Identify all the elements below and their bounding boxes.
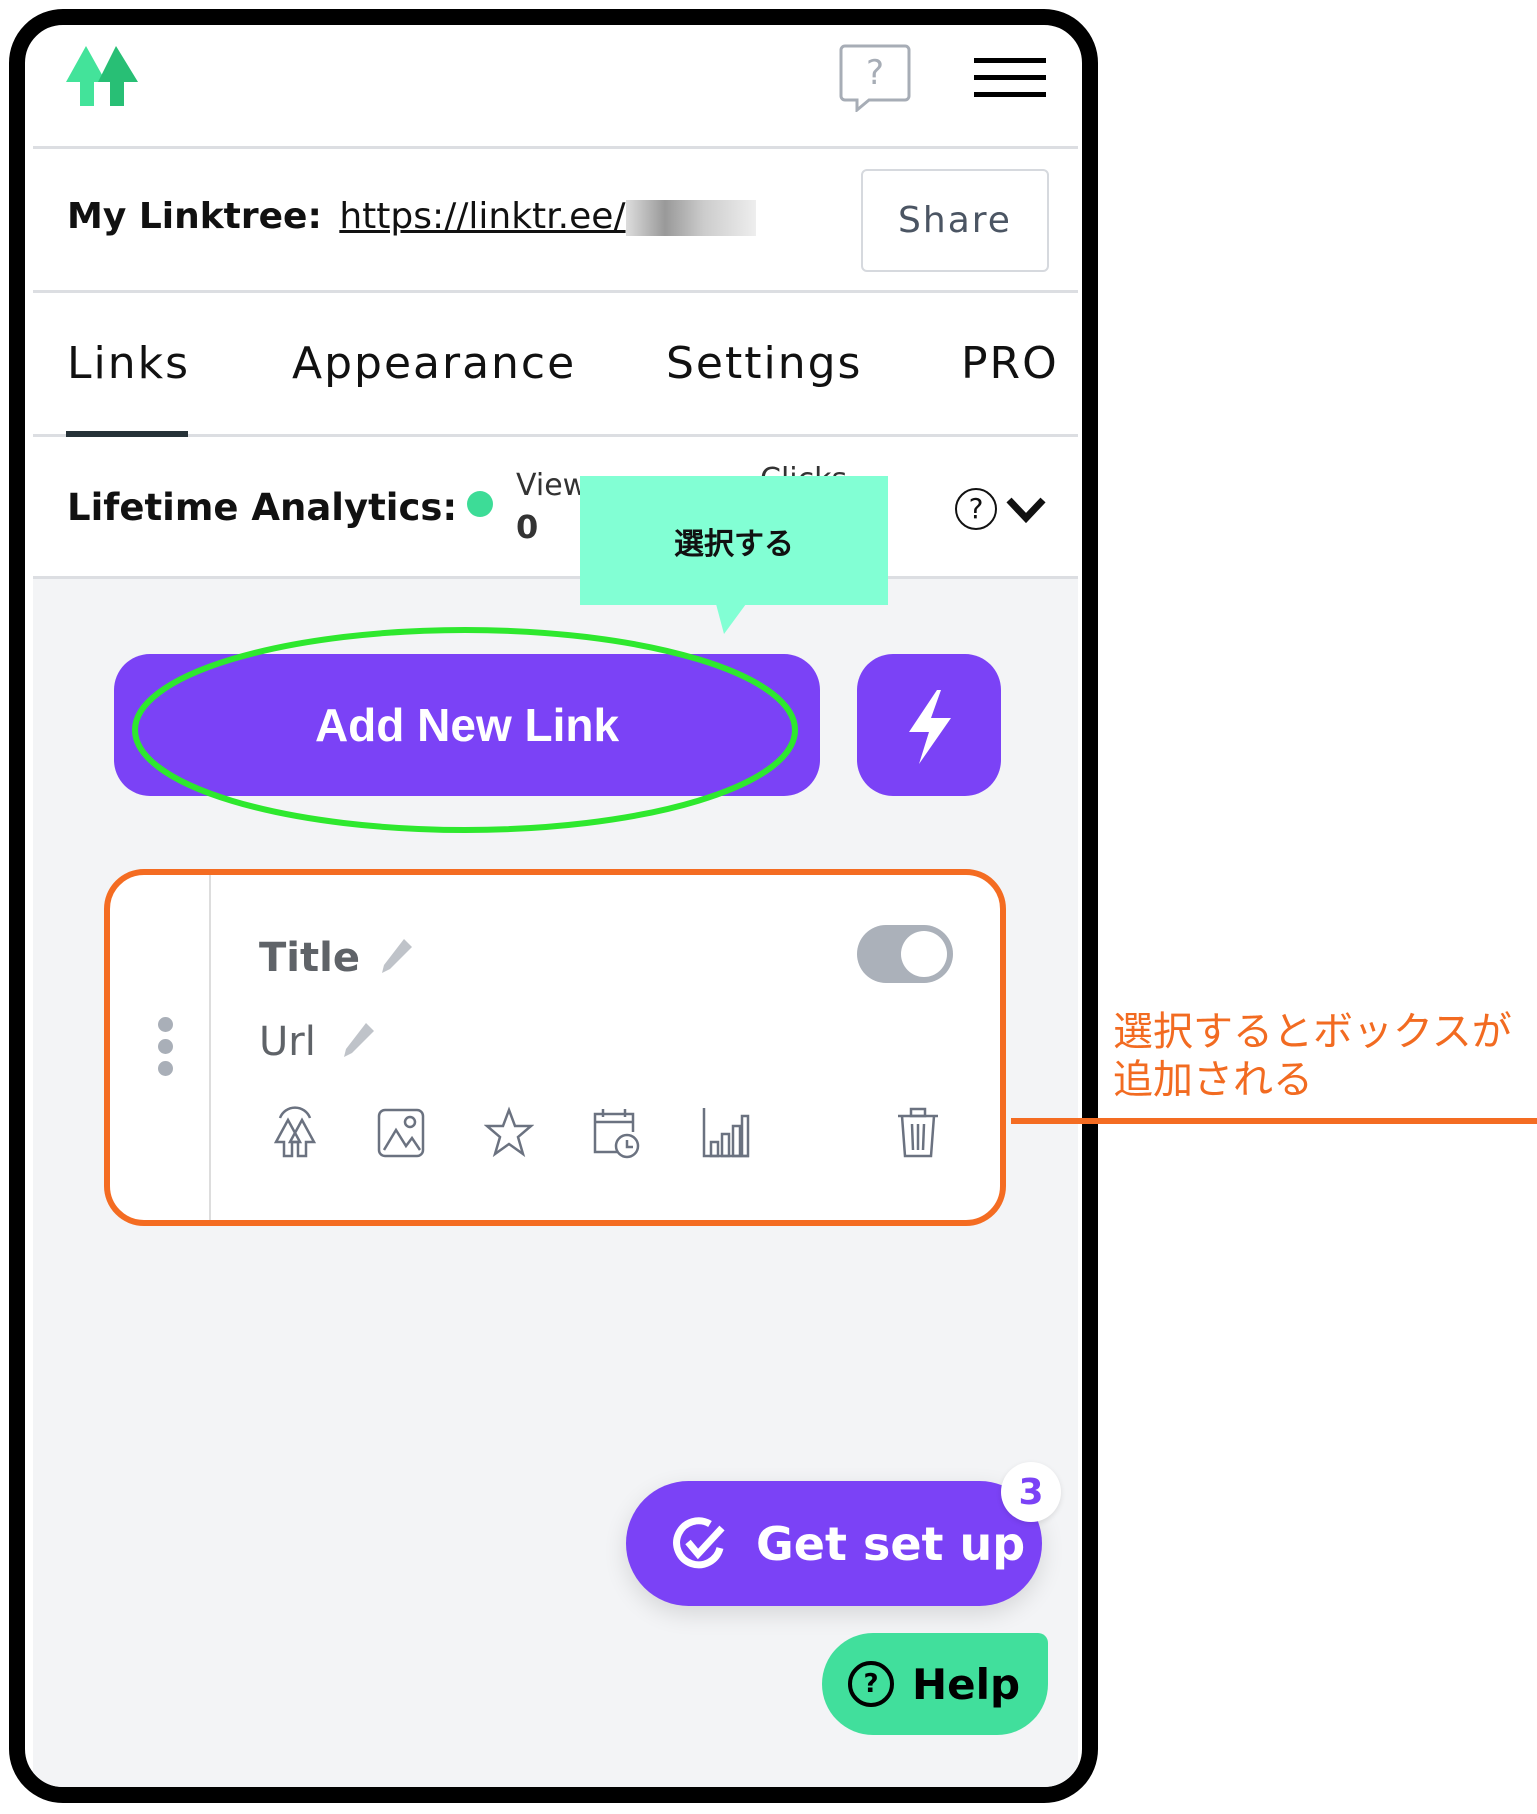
divider [33, 290, 1078, 293]
views-value: 0 [516, 508, 539, 546]
svg-text:?: ? [866, 53, 884, 93]
linktree-label: My Linktree: [67, 196, 322, 237]
pencil-icon[interactable] [378, 937, 414, 975]
link-url[interactable]: Url [259, 1019, 316, 1065]
linktree-logo[interactable] [66, 46, 140, 108]
get-set-up-button[interactable]: Get set up [626, 1481, 1042, 1606]
share-button[interactable]: Share [861, 169, 1049, 272]
card-divider [209, 875, 211, 1220]
redacted-username [625, 200, 756, 236]
lightning-button[interactable] [857, 654, 1001, 796]
star-icon[interactable] [484, 1106, 534, 1160]
linktree-url-link[interactable]: https://linktr.ee/ [339, 196, 625, 237]
highlight-ellipse [132, 627, 798, 833]
divider [33, 434, 1078, 437]
help-button[interactable]: ? Help [822, 1633, 1048, 1735]
help-label: Help [912, 1659, 1021, 1709]
tab-settings[interactable]: Settings [666, 338, 862, 389]
analytics-icon[interactable] [701, 1106, 751, 1160]
enable-toggle[interactable] [857, 925, 953, 983]
calendar-clock-icon[interactable] [591, 1106, 641, 1160]
tab-pro[interactable]: PRO [961, 338, 1059, 389]
linktree-row: My Linktree: https://linktr.ee/ [67, 196, 756, 237]
active-tab-indicator [66, 431, 188, 437]
tab-appearance[interactable]: Appearance [292, 338, 576, 389]
link-title[interactable]: Title [259, 935, 360, 981]
hamburger-menu-icon[interactable] [974, 58, 1046, 98]
check-circle-icon [673, 1516, 725, 1568]
divider [33, 146, 1078, 149]
drag-handle[interactable] [158, 1017, 174, 1076]
analytics-help-icon[interactable]: ? [955, 488, 997, 530]
status-dot [467, 491, 493, 517]
image-icon[interactable] [376, 1106, 426, 1160]
annotation-text: 選択するとボックスが 追加される [1113, 1008, 1512, 1104]
tooltip: 選択する [580, 476, 888, 605]
link-card: Title Url [104, 869, 1006, 1226]
help-bubble-icon[interactable]: ? [839, 44, 911, 114]
annotation-leader-line [1011, 1118, 1537, 1124]
tooltip-text: 選択する [674, 526, 794, 562]
annotation-line-2: 追加される [1113, 1057, 1313, 1103]
analytics-label: Lifetime Analytics: [67, 486, 458, 529]
notification-badge: 3 [1001, 1462, 1061, 1522]
tab-links[interactable]: Links [67, 338, 190, 389]
trash-icon[interactable] [893, 1106, 943, 1160]
question-circle-icon: ? [848, 1661, 894, 1707]
linktree-icon[interactable] [270, 1106, 320, 1160]
card-toolbar [270, 1106, 970, 1160]
pencil-icon[interactable] [340, 1021, 376, 1059]
lightning-icon [909, 690, 951, 764]
get-set-up-label: Get set up [756, 1516, 1026, 1571]
chevron-down-icon[interactable] [1005, 494, 1047, 524]
phone-frame: ? My Linktree: https://linktr.ee/ Share … [9, 9, 1098, 1803]
annotation-line-1: 選択するとボックスが [1113, 1009, 1512, 1055]
